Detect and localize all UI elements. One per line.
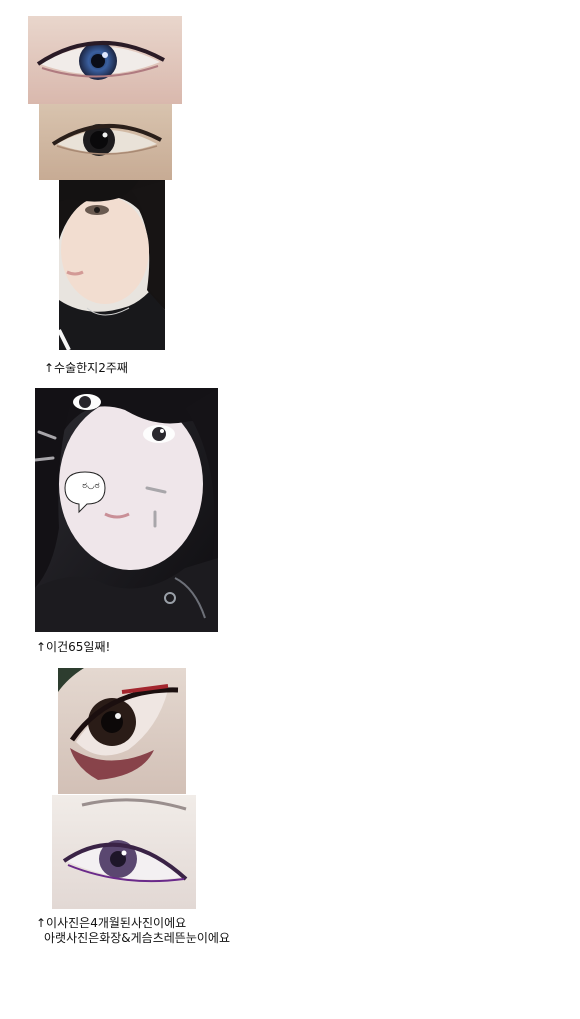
selfie-photo-day65: ಠ◡ಠ (35, 388, 218, 632)
caption-four-months-line1: ↑이사진은4개월된사진이에요 (36, 916, 187, 930)
eye-closeup-photo-1 (28, 16, 182, 104)
caption-day65-text: ↑이건65일째! (36, 640, 111, 654)
caption-two-weeks-text: ↑수술한지2주째 (44, 361, 128, 375)
caption-four-months: ↑이사진은4개월된사진이에요 아랫사진은화장&게슴츠레뜬눈이에요 (36, 916, 230, 946)
caption-four-months-line2: 아랫사진은화장&게슴츠레뜬눈이에요 (44, 931, 230, 945)
sticker-face-icon: ಠ◡ಠ (82, 481, 100, 491)
caption-day65: ↑이건65일째! (36, 640, 110, 655)
eye-makeup-photo-1 (58, 668, 186, 794)
eye-closeup-photo-2 (39, 104, 172, 180)
caption-two-weeks: ↑수술한지2주째 (44, 361, 128, 376)
portrait-photo-two-weeks (59, 180, 165, 350)
eye-makeup-photo-2 (52, 795, 196, 909)
